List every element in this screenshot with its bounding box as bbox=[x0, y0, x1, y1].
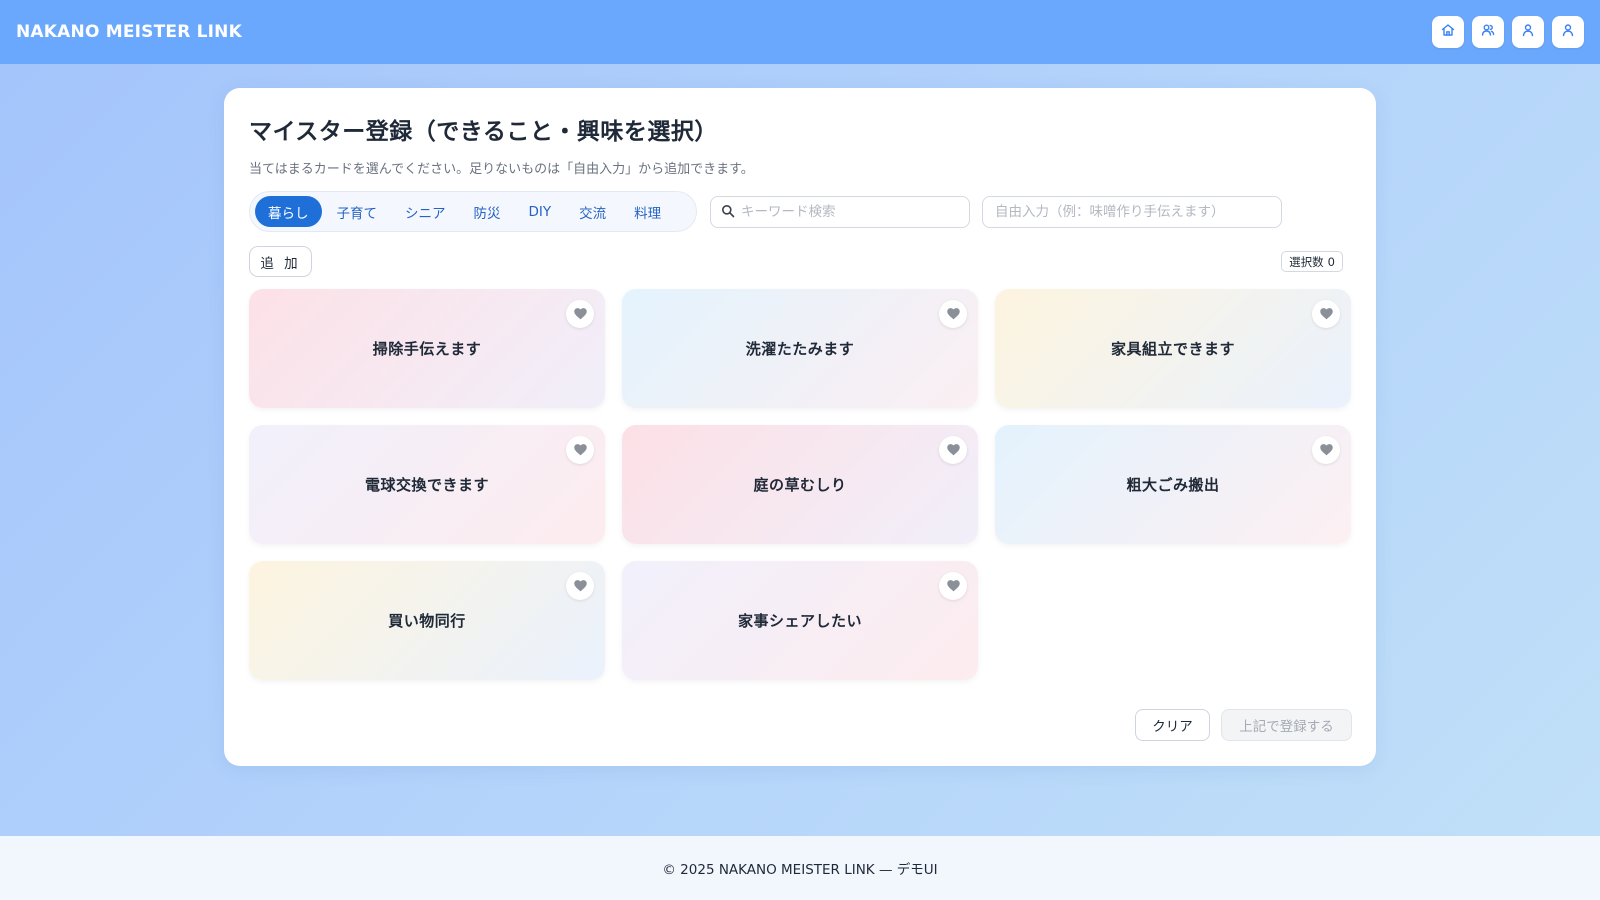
favorite-button[interactable] bbox=[566, 300, 594, 328]
heart-icon bbox=[1319, 305, 1333, 324]
skill-card-label: 掃除手伝えます bbox=[372, 340, 482, 358]
add-button[interactable]: 追 加 bbox=[249, 246, 312, 277]
tab-diy[interactable]: DIY bbox=[516, 196, 565, 227]
skill-card-grid: 掃除手伝えます 洗濯たたみます 家具組立できます電球交換できます 庭の草むしり 粗大ごみ… bbox=[249, 289, 1353, 680]
page-title: マイスター登録（できること・興味を選択） bbox=[249, 119, 718, 145]
footer-copyright: © 2025 NAKANO MEISTER LINK — デモUI bbox=[662, 862, 938, 878]
skill-card[interactable]: 掃除手伝えます bbox=[249, 289, 605, 408]
home-icon bbox=[1440, 22, 1456, 42]
clear-button[interactable]: クリア bbox=[1135, 709, 1210, 741]
profile-button[interactable] bbox=[1552, 16, 1584, 48]
skill-card[interactable]: 買い物同行 bbox=[249, 561, 605, 680]
favorite-button[interactable] bbox=[939, 572, 967, 600]
search-input[interactable] bbox=[741, 204, 959, 220]
skill-card-label: 電球交換できます bbox=[364, 476, 489, 494]
favorite-button[interactable] bbox=[566, 436, 594, 464]
skill-card[interactable]: 粗大ごみ搬出 bbox=[995, 425, 1351, 544]
skill-card[interactable]: 家事シェアしたい bbox=[622, 561, 978, 680]
heart-icon bbox=[1319, 441, 1333, 460]
skill-card-label: 粗大ごみ搬出 bbox=[1126, 476, 1220, 494]
favorite-button[interactable] bbox=[939, 436, 967, 464]
heart-icon bbox=[946, 305, 960, 324]
home-button[interactable] bbox=[1432, 16, 1464, 48]
favorite-button[interactable] bbox=[1312, 436, 1340, 464]
user-icon bbox=[1520, 22, 1536, 42]
skill-card-label: 買い物同行 bbox=[388, 612, 466, 630]
category-tabs: 暮らし 子育て シニア 防災 DIY 交流 料理 bbox=[249, 191, 697, 232]
heart-icon bbox=[946, 441, 960, 460]
heart-icon bbox=[573, 577, 587, 596]
registration-panel: マイスター登録（できること・興味を選択） 当てはまるカードを選んでください。足り… bbox=[224, 88, 1376, 766]
brand-logo[interactable]: NAKANO MEISTER LINK bbox=[16, 22, 242, 42]
heart-icon bbox=[946, 577, 960, 596]
users-button[interactable] bbox=[1472, 16, 1504, 48]
page-footer: © 2025 NAKANO MEISTER LINK — デモUI bbox=[0, 836, 1600, 900]
tab-ryouri[interactable]: 料理 bbox=[621, 196, 674, 227]
selection-count-label: 選択数 bbox=[1289, 254, 1324, 269]
heart-icon bbox=[573, 441, 587, 460]
skill-card-label: 洗濯たたみます bbox=[745, 340, 855, 358]
submit-button[interactable]: 上記で登録する bbox=[1221, 709, 1352, 741]
skill-card-label: 家具組立できます bbox=[1110, 340, 1235, 358]
search-icon bbox=[721, 203, 735, 222]
skill-card[interactable]: 電球交換できます bbox=[249, 425, 605, 544]
user-button[interactable] bbox=[1512, 16, 1544, 48]
search-box bbox=[710, 196, 970, 228]
skill-card[interactable]: 洗濯たたみます bbox=[622, 289, 978, 408]
skill-card-label: 家事シェアしたい bbox=[737, 612, 862, 630]
heart-icon bbox=[573, 305, 587, 324]
page-subtitle: 当てはまるカードを選んでください。足りないものは「自由入力」から追加できます。 bbox=[249, 162, 754, 177]
selection-count-badge: 選択数 0 bbox=[1281, 251, 1343, 272]
tab-senior[interactable]: シニア bbox=[392, 196, 459, 227]
profile-icon bbox=[1560, 22, 1576, 42]
skill-card-label: 庭の草むしり bbox=[753, 476, 847, 494]
favorite-button[interactable] bbox=[1312, 300, 1340, 328]
tab-kouryu[interactable]: 交流 bbox=[566, 196, 619, 227]
tab-kosodate[interactable]: 子育て bbox=[324, 196, 391, 227]
free-input-box bbox=[982, 196, 1282, 228]
favorite-button[interactable] bbox=[939, 300, 967, 328]
tab-bousai[interactable]: 防災 bbox=[461, 196, 514, 227]
skill-card[interactable]: 庭の草むしり bbox=[622, 425, 978, 544]
favorite-button[interactable] bbox=[566, 572, 594, 600]
free-input-field[interactable] bbox=[995, 204, 1269, 220]
skill-card[interactable]: 家具組立できます bbox=[995, 289, 1351, 408]
selection-count-value: 0 bbox=[1327, 254, 1335, 269]
users-icon bbox=[1480, 22, 1496, 42]
tab-kurashi[interactable]: 暮らし bbox=[255, 196, 322, 227]
app-header: NAKANO MEISTER LINK bbox=[0, 0, 1600, 64]
header-nav bbox=[1432, 16, 1584, 48]
